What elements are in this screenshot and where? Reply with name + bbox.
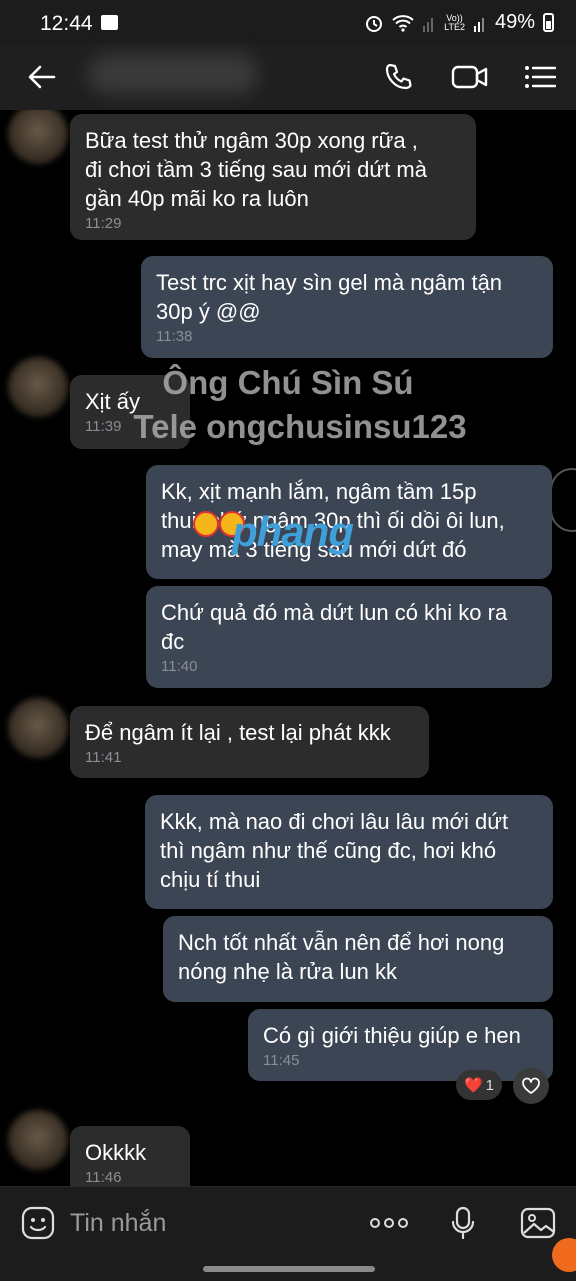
avatar[interactable] [8, 1110, 68, 1170]
message-text: Để ngâm ít lại , test lại phát kkk [85, 720, 391, 745]
message-bubble-outgoing[interactable]: Kkk, mà nao đi chơi lâu lâu mới dứt thì … [145, 795, 553, 909]
message-time: 11:38 [156, 328, 193, 345]
emoji-button[interactable] [18, 1201, 58, 1245]
message-input[interactable]: Tin nhắn [70, 1209, 166, 1238]
microphone-icon [451, 1206, 475, 1240]
add-reaction-button[interactable] [513, 1068, 549, 1104]
message-text: Okkkk [85, 1140, 147, 1165]
battery-icon [543, 13, 554, 32]
message-bubble-outgoing[interactable]: Có gì giới thiệu giúp e hen 11:45 [248, 1009, 553, 1081]
laughing-face-icon [193, 511, 219, 537]
signal-icon [423, 17, 434, 32]
heart-icon: ❤️ [463, 1077, 483, 1094]
avatar[interactable] [8, 110, 68, 164]
home-indicator[interactable] [203, 1266, 375, 1272]
scroll-button-edge[interactable] [550, 468, 576, 532]
message-time: 11:40 [161, 658, 198, 675]
gallery-notification-icon [101, 15, 118, 30]
message-text: Test trc xịt hay sìn gel mà ngâm tận 30p… [156, 270, 503, 324]
menu-icon [525, 66, 556, 88]
network-type: Vo)) LTE2 [444, 12, 465, 32]
site-logo: phang [232, 508, 354, 555]
voice-button[interactable] [445, 1201, 481, 1245]
battery-percent: 49% [494, 11, 535, 33]
message-time: 11:45 [263, 1052, 300, 1069]
gallery-button[interactable] [518, 1201, 558, 1245]
chat-header [0, 44, 576, 110]
watermark-line-1: Ông Chú Sìn Sú [162, 364, 414, 401]
more-dots-icon [370, 1218, 408, 1228]
reaction-count: 1 [485, 1076, 495, 1094]
reaction-pill[interactable]: ❤️ 1 [456, 1070, 502, 1100]
message-text: Bữa test thử ngâm 30p xong rữa , đi chơi… [85, 128, 427, 211]
smiley-icon [21, 1206, 55, 1240]
wifi-icon [392, 14, 414, 32]
watermark-line-2: Tele ongchusinsu123 [133, 408, 467, 445]
call-button[interactable] [374, 44, 422, 110]
arrow-left-icon [28, 65, 56, 89]
message-bubble-outgoing[interactable]: Test trc xịt hay sìn gel mà ngâm tận 30p… [141, 256, 553, 358]
video-icon [451, 65, 488, 89]
message-text: Chứ quả đó mà dứt lun có khi ko ra đc [161, 600, 508, 654]
contact-name-blurred[interactable] [88, 54, 258, 94]
message-list[interactable]: Bữa test thử ngâm 30p xong rữa , đi chơi… [0, 110, 576, 1186]
message-bubble-incoming[interactable]: Bữa test thử ngâm 30p xong rữa , đi chơi… [70, 114, 476, 240]
message-time: 11:41 [85, 749, 122, 766]
more-options-button[interactable] [366, 1201, 412, 1245]
video-call-button[interactable] [446, 44, 494, 110]
menu-button[interactable] [516, 44, 564, 110]
message-text: Nch tốt nhất vẫn nên để hơi nong nóng nh… [178, 930, 505, 984]
alarm-icon [366, 15, 383, 32]
message-time: 11:29 [85, 215, 122, 232]
message-bubble-outgoing[interactable]: Chứ quả đó mà dứt lun có khi ko ra đc 11… [146, 586, 552, 688]
status-bar: 12:44 Vo)) LTE2 49% [0, 0, 576, 44]
message-bubble-incoming[interactable]: Okkkk 11:46 [70, 1126, 190, 1186]
message-text: Kkk, mà nao đi chơi lâu lâu mới dứt thì … [160, 809, 509, 892]
signal-strength-icon [473, 17, 484, 32]
phone-icon [385, 63, 412, 90]
avatar[interactable] [8, 698, 68, 758]
message-text: Có gì giới thiệu giúp e hen [263, 1023, 521, 1048]
message-time: 11:46 [85, 1169, 122, 1186]
image-icon [520, 1207, 556, 1239]
status-right: Vo)) LTE2 49% [364, 11, 554, 34]
message-bubble-incoming[interactable]: Để ngâm ít lại , test lại phát kkk 11:41 [70, 706, 429, 778]
heart-outline-icon [522, 1077, 540, 1094]
message-bubble-outgoing[interactable]: Nch tốt nhất vẫn nên để hơi nong nóng nh… [163, 916, 553, 1002]
status-time: 12:44 [40, 12, 93, 35]
back-button[interactable] [18, 44, 66, 110]
